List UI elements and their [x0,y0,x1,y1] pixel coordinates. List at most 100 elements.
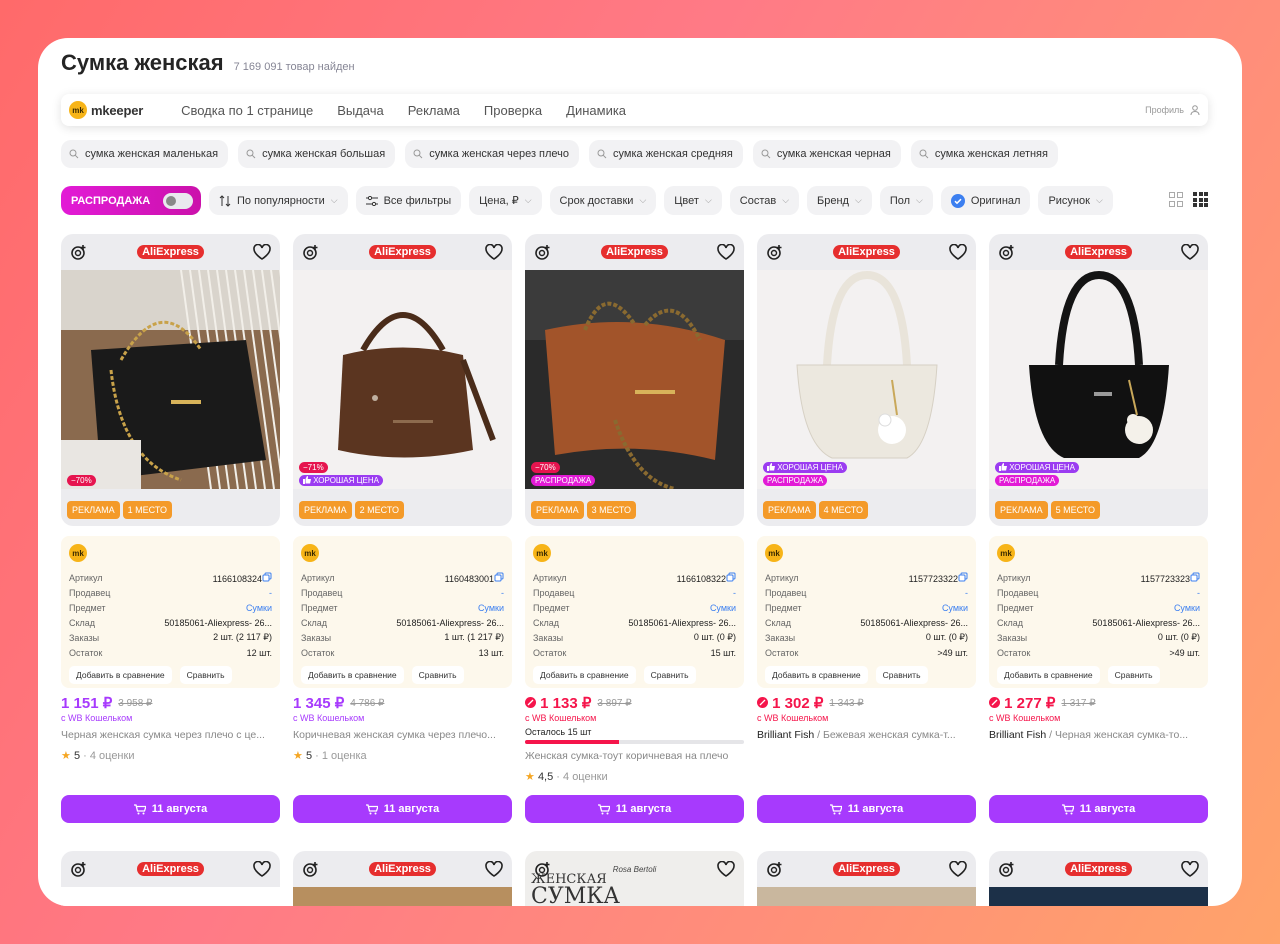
favorite-button[interactable] [1180,242,1200,262]
product-image-box[interactable]: AliExpress ХОРОШАЯ ЦЕНА РАСПРОДАЖА РЕКЛАМ… [989,234,1208,526]
product-name[interactable]: Коричневая женская сумка через плечо... [293,729,512,741]
product-photo[interactable] [989,270,1208,489]
copy-icon[interactable] [1190,572,1200,582]
product-card[interactable]: AliExpress ХОРОШАЯ ЦЕНА РАСПРОДАЖА РЕКЛАМ… [757,234,976,741]
copy-icon[interactable] [262,572,272,582]
info-value[interactable]: Сумки [942,603,968,613]
find-similar-button[interactable] [69,859,89,879]
product-photo[interactable] [61,887,280,906]
product-card[interactable]: AliExpress [989,851,1208,906]
sort-dropdown[interactable]: По популярности ⌵ [209,186,348,215]
product-photo[interactable] [757,270,976,489]
add-to-cart-button[interactable]: 11 августа [525,795,744,823]
product-card[interactable]: AliExpress −70% РЕКЛАМА 1 МЕСТО mk Артик… [61,234,280,762]
product-image-box[interactable]: AliExpress [293,851,512,906]
mkeeper-logo[interactable]: mk mkeeper [69,101,143,119]
info-value[interactable]: Сумки [710,603,736,613]
add-to-cart-button[interactable]: 11 августа [61,795,280,823]
gender-filter[interactable]: Пол ⌵ [879,186,933,215]
favorite-button[interactable] [252,859,272,879]
product-image-box[interactable]: AliExpress −70% РЕКЛАМА 1 МЕСТО [61,234,280,526]
mkeeper-nav-ads[interactable]: Реклама [408,103,460,118]
composition-filter[interactable]: Состав ⌵ [729,186,800,215]
find-similar-button[interactable] [765,242,785,262]
original-filter[interactable]: Оригинал [940,186,1031,215]
product-photo[interactable] [757,887,976,906]
product-name[interactable]: Brilliant Fish / Бежевая женская сумка-т… [757,729,976,741]
compare-button[interactable]: Сравнить [643,666,696,684]
add-to-cart-button[interactable]: 11 августа [989,795,1208,823]
find-similar-button[interactable] [301,242,321,262]
product-card[interactable]: AliExpress −70% РАСПРОДАЖА РЕКЛАМА 3 МЕСТ… [525,234,744,783]
add-to-compare-button[interactable]: Добавить в сравнение [69,666,172,684]
find-similar-button[interactable] [69,242,89,262]
add-to-cart-button[interactable]: 11 августа [757,795,976,823]
product-card[interactable]: AliExpress [61,851,280,906]
grid-large-icon[interactable] [1169,192,1183,207]
info-value[interactable]: Сумки [246,603,272,613]
product-image-box[interactable]: AliExpress [989,851,1208,906]
copy-icon[interactable] [726,572,736,582]
product-card[interactable]: Rosa Bertoli ЖЕНСКАЯ СУМКА [525,851,744,906]
info-value[interactable]: - [1197,588,1200,598]
add-to-compare-button[interactable]: Добавить в сравнение [997,666,1100,684]
product-photo[interactable] [61,269,280,490]
info-value[interactable]: Сумки [478,603,504,613]
info-value[interactable]: Сумки [1174,603,1200,613]
compare-button[interactable]: Сравнить [179,666,232,684]
brand-filter[interactable]: Бренд ⌵ [807,186,872,215]
add-to-compare-button[interactable]: Добавить в сравнение [533,666,636,684]
delivery-filter[interactable]: Срок доставки ⌵ [549,186,657,215]
product-name[interactable]: Brilliant Fish / Черная женская сумка-то… [989,729,1208,741]
compare-button[interactable]: Сравнить [875,666,928,684]
product-card[interactable]: AliExpress ХОРОШАЯ ЦЕНА РАСПРОДАЖА РЕКЛАМ… [989,234,1208,741]
favorite-button[interactable] [484,859,504,879]
favorite-button[interactable] [252,242,272,262]
info-value[interactable]: - [501,588,504,598]
find-similar-button[interactable] [533,242,553,262]
find-similar-button[interactable] [997,242,1017,262]
sale-toggle[interactable]: РАСПРОДАЖА [61,186,201,215]
suggestion-chip[interactable]: сумка женская средняя [589,140,743,168]
find-similar-button[interactable] [765,859,785,879]
product-photo[interactable] [293,270,512,489]
price-filter[interactable]: Цена, ₽ ⌵ [469,186,542,215]
favorite-button[interactable] [716,859,736,879]
favorite-button[interactable] [948,242,968,262]
add-to-compare-button[interactable]: Добавить в сравнение [301,666,404,684]
product-image-box[interactable]: AliExpress [61,851,280,906]
mkeeper-nav-results[interactable]: Выдача [337,103,384,118]
find-similar-button[interactable] [301,859,321,879]
product-name[interactable]: Женская сумка-тоут коричневая на плечо [525,750,744,762]
copy-icon[interactable] [494,572,504,582]
compare-button[interactable]: Сравнить [411,666,464,684]
mkeeper-nav-dynamics[interactable]: Динамика [566,103,626,118]
product-name[interactable]: Черная женская сумка через плечо с це... [61,729,280,741]
suggestion-chip[interactable]: сумка женская черная [752,140,901,168]
product-photo[interactable] [293,887,512,906]
product-card[interactable]: AliExpress −71% ХОРОШАЯ ЦЕНА РЕКЛАМА 2 М… [293,234,512,762]
suggestion-chip[interactable]: сумка женская большая [238,140,396,168]
favorite-button[interactable] [948,859,968,879]
favorite-button[interactable] [716,242,736,262]
info-value[interactable]: - [269,588,272,598]
mkeeper-nav-check[interactable]: Проверка [484,103,542,118]
product-photo[interactable] [525,270,744,491]
all-filters-button[interactable]: Все фильтры [355,186,462,215]
toggle-switch[interactable] [163,192,193,209]
add-to-compare-button[interactable]: Добавить в сравнение [765,666,868,684]
color-filter[interactable]: Цвет ⌵ [664,186,722,215]
pattern-filter[interactable]: Рисунок ⌵ [1038,186,1113,215]
add-to-cart-button[interactable]: 11 августа [293,795,512,823]
find-similar-button[interactable] [997,859,1017,879]
product-image-box[interactable]: AliExpress −70% РАСПРОДАЖА РЕКЛАМА 3 МЕСТ… [525,234,744,526]
product-image-box[interactable]: AliExpress [757,851,976,906]
product-card[interactable]: AliExpress [757,851,976,906]
product-image-box[interactable]: AliExpress −71% ХОРОШАЯ ЦЕНА РЕКЛАМА 2 М… [293,234,512,526]
suggestion-chip[interactable]: сумка женская через плечо [405,140,580,168]
info-value[interactable]: - [733,588,736,598]
product-image-box[interactable]: Rosa Bertoli ЖЕНСКАЯ СУМКА [525,851,744,906]
suggestion-chip[interactable]: сумка женская маленькая [61,140,229,168]
profile-link[interactable]: Профиль [1145,104,1200,116]
info-value[interactable]: - [965,588,968,598]
